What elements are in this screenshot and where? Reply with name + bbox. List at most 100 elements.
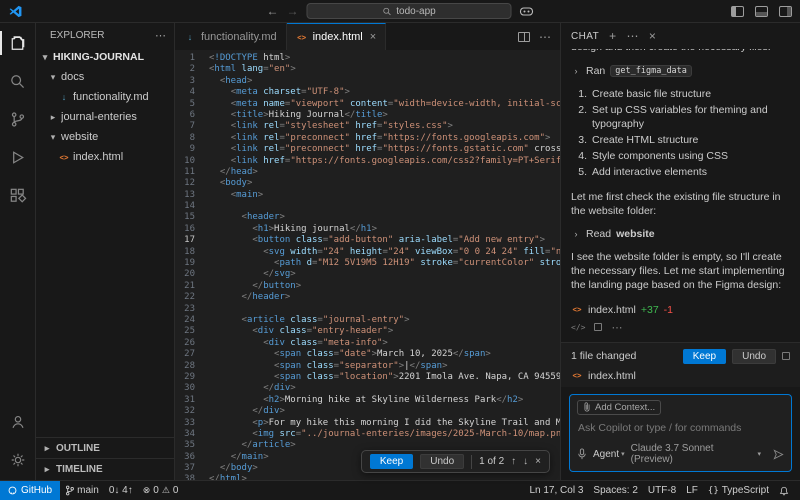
extensions-activity-icon[interactable]	[0, 181, 36, 209]
code-line[interactable]: 14	[175, 201, 560, 212]
keep-all-button[interactable]: Keep	[683, 349, 726, 364]
eol-indicator[interactable]: LF	[681, 485, 703, 496]
code-line[interactable]: 20 </svg>	[175, 269, 560, 280]
code-line[interactable]: 34 <img src="../journal-enteries/images/…	[175, 429, 560, 440]
code-line[interactable]: 25 <div class="entry-header">	[175, 326, 560, 337]
split-editor-icon[interactable]	[518, 32, 530, 42]
code-area[interactable]: 1<!DOCTYPE html>2<html lang="en">3 <head…	[175, 50, 560, 480]
new-chat-icon[interactable]: +	[609, 29, 616, 43]
send-icon[interactable]	[773, 449, 784, 460]
workspace-root-folder[interactable]: ▾ HIKING-JOURNAL	[36, 47, 174, 67]
command-center[interactable]: todo-app	[307, 3, 512, 19]
explorer-more-icon[interactable]: ⋯	[155, 29, 166, 42]
tree-item-index-html[interactable]: <>index.html	[36, 147, 174, 167]
forward-button[interactable]: →	[287, 4, 299, 18]
chat-more-icon[interactable]: ⋯	[627, 29, 639, 43]
next-change-icon[interactable]: ↓	[523, 456, 528, 467]
view-changes-icon[interactable]	[782, 352, 790, 360]
code-line[interactable]: 2<html lang="en">	[175, 64, 560, 75]
code-line[interactable]: 33 <p>For my hike this morning I did the…	[175, 418, 560, 429]
toggle-secondary-sidebar-icon[interactable]	[779, 6, 792, 17]
code-line[interactable]: 8 <link rel="preconnect" href="https://f…	[175, 133, 560, 144]
code-line[interactable]: 26 <div class="meta-info">	[175, 338, 560, 349]
tree-item-website[interactable]: ▾website	[36, 127, 174, 147]
back-button[interactable]: ←	[267, 4, 279, 18]
code-line[interactable]: 27 <span class="date">March 10, 2025</sp…	[175, 349, 560, 360]
source-control-activity-icon[interactable]	[0, 105, 36, 133]
close-chat-icon[interactable]: ×	[649, 29, 656, 43]
tree-item-journal-enteries[interactable]: ▸journal-enteries	[36, 107, 174, 127]
code-line[interactable]: 32 </div>	[175, 406, 560, 417]
code-line[interactable]: 29 <span class="location">2201 Imola Ave…	[175, 372, 560, 383]
explorer-activity-icon[interactable]	[0, 29, 36, 57]
close-widget-icon[interactable]: ×	[535, 456, 541, 467]
file-change-row[interactable]: <> index.html +37 -1	[571, 304, 790, 316]
code-line[interactable]: 3 <head>	[175, 76, 560, 87]
previous-change-icon[interactable]: ↑	[511, 456, 516, 467]
code-line[interactable]: 28 <span class="separator">|</span>	[175, 361, 560, 372]
indentation[interactable]: Spaces: 2	[588, 485, 642, 496]
outline-section[interactable]: ▸ OUTLINE	[36, 438, 174, 459]
code-line[interactable]: 22 </header>	[175, 292, 560, 303]
code-line[interactable]: 11 </head>	[175, 167, 560, 178]
chat-input-placeholder[interactable]: Ask Copilot or type / for commands	[578, 422, 783, 434]
tree-item-docs[interactable]: ▾docs	[36, 67, 174, 87]
changed-file-row[interactable]: <> index.html	[571, 370, 790, 382]
encoding[interactable]: UTF-8	[643, 485, 681, 496]
open-file-icon[interactable]: </>	[571, 323, 585, 332]
code-line[interactable]: 21 </button>	[175, 281, 560, 292]
undo-all-button[interactable]: Undo	[732, 349, 776, 364]
remote-indicator[interactable]: GitHub	[0, 481, 60, 500]
chat-input-box[interactable]: Add Context... Ask Copilot or type / for…	[569, 394, 792, 473]
change-more-icon[interactable]: ⋯	[611, 321, 622, 334]
code-line[interactable]: 24 <article class="journal-entry">	[175, 315, 560, 326]
code-line[interactable]: 13 <main>	[175, 190, 560, 201]
toggle-panel-icon[interactable]	[755, 6, 768, 17]
toggle-sidebar-icon[interactable]	[731, 6, 744, 17]
copilot-icon[interactable]	[520, 6, 534, 17]
tool-call-figma[interactable]: › Ran get_figma_data	[571, 65, 790, 77]
run-debug-activity-icon[interactable]	[0, 143, 36, 171]
tree-item-functionality-md[interactable]: ↓functionality.md	[36, 87, 174, 107]
tool-call-read[interactable]: › Read website	[571, 228, 790, 240]
code-line[interactable]: 19 <path d="M12 5V19M5 12H19" stroke="cu…	[175, 258, 560, 269]
code-line[interactable]: 5 <meta name="viewport" content="width=d…	[175, 99, 560, 110]
add-context-button[interactable]: Add Context...	[577, 400, 661, 415]
microphone-icon[interactable]	[577, 448, 587, 460]
code-line[interactable]: 23	[175, 304, 560, 315]
search-activity-icon[interactable]	[0, 67, 36, 95]
code-line[interactable]: 15 <header>	[175, 212, 560, 223]
code-line[interactable]: 10 <link href="https://fonts.googleapis.…	[175, 156, 560, 167]
settings-gear-icon[interactable]	[0, 446, 36, 474]
read-target[interactable]: website	[616, 228, 655, 240]
code-line[interactable]: 6 <title>Hiking Journal</title>	[175, 110, 560, 121]
timeline-section[interactable]: ▸ TIMELINE	[36, 459, 174, 480]
code-line[interactable]: 30 </div>	[175, 383, 560, 394]
account-icon[interactable]	[0, 408, 36, 436]
undo-button[interactable]: Undo	[420, 454, 464, 469]
code-line[interactable]: 38</html>	[175, 474, 560, 480]
keep-button[interactable]: Keep	[370, 454, 413, 469]
editor-more-icon[interactable]: ⋯	[539, 30, 551, 44]
mode-picker[interactable]: Agent ▾	[593, 449, 625, 460]
code-line[interactable]: 17 <button class="add-button" aria-label…	[175, 235, 560, 246]
model-picker[interactable]: Claude 3.7 Sonnet (Preview) ▾	[631, 443, 761, 465]
code-line[interactable]: 7 <link rel="stylesheet" href="styles.cs…	[175, 121, 560, 132]
tab-functionality-md[interactable]: ↓ functionality.md	[175, 23, 287, 50]
branch-indicator[interactable]: main	[60, 485, 104, 496]
code-line[interactable]: 31 <h2>Morning hike at Skyline Wildernes…	[175, 395, 560, 406]
code-line[interactable]: 4 <meta charset="UTF-8">	[175, 87, 560, 98]
code-line[interactable]: 9 <link rel="preconnect" href="https://f…	[175, 144, 560, 155]
close-tab-icon[interactable]: ×	[370, 31, 376, 43]
cursor-position[interactable]: Ln 17, Col 3	[524, 485, 588, 496]
sync-indicator[interactable]: 0↓ 4↑	[104, 485, 138, 496]
code-line[interactable]: 16 <h1>Hiking journal</h1>	[175, 224, 560, 235]
tab-index-html[interactable]: <> index.html ×	[287, 23, 387, 50]
code-line[interactable]: 18 <svg width="24" height="24" viewBox="…	[175, 247, 560, 258]
language-mode[interactable]: {} TypeScript	[703, 485, 774, 496]
open-diff-icon[interactable]	[594, 323, 602, 331]
problems-indicator[interactable]: ⊗ 0 ⚠ 0	[138, 485, 184, 496]
chat-messages[interactable]: css files. Use the Theme variable collec…	[561, 49, 800, 342]
notifications-bell-icon[interactable]	[774, 486, 794, 496]
code-line[interactable]: 1<!DOCTYPE html>	[175, 53, 560, 64]
